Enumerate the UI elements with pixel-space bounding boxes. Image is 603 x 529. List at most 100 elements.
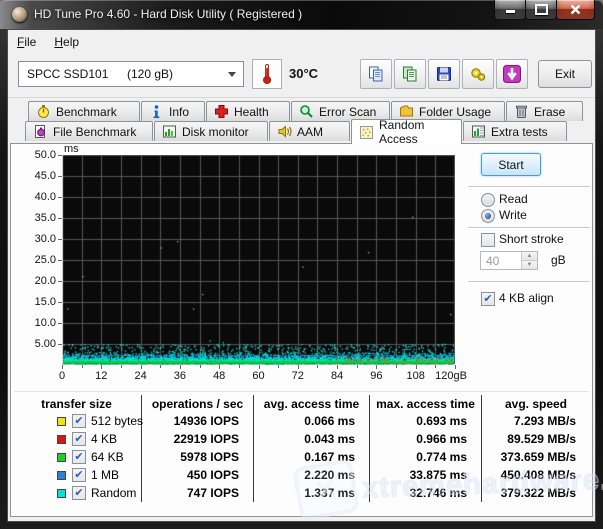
exit-label: Exit (555, 67, 575, 81)
drive-name: SPCC SSD101 (27, 67, 108, 81)
erase-icon (514, 104, 529, 119)
y-tick (58, 260, 62, 261)
max-access-cell: 0.774 ms (370, 448, 482, 466)
x-tick-label: 120gB (429, 370, 473, 382)
tab-label: Health (234, 105, 269, 119)
tab-disk-monitor[interactable]: Disk monitor (154, 121, 268, 141)
align-label: 4 KB align (499, 291, 554, 305)
max-access-cell: 33.875 ms (370, 466, 482, 484)
y-tick (58, 218, 62, 219)
save-icon (435, 65, 453, 83)
transfer-size-cell: 1 MB (12, 466, 142, 484)
y-tick (58, 302, 62, 303)
read-radio[interactable] (481, 193, 495, 207)
tab-label: Random Access (379, 118, 461, 146)
x-tick-label: 24 (119, 370, 163, 382)
tab-random-access[interactable]: Random Access (351, 119, 462, 144)
tab-file-benchmark[interactable]: File Benchmark (25, 121, 153, 141)
column-header: max. access time (370, 395, 482, 412)
y-tick (58, 281, 62, 282)
y-tick-label: 25.0 (22, 254, 56, 266)
x-tick (317, 365, 318, 368)
series-checkbox[interactable] (72, 414, 86, 428)
max-access-cell: 32.746 ms (370, 484, 482, 502)
series-label: 64 KB (91, 450, 124, 464)
table-row-512-bytes: 512 bytes14936 IOPS0.066 ms0.693 ms7.293… (12, 412, 590, 430)
spinner-arrows[interactable]: ▲▼ (521, 252, 537, 269)
series-checkbox[interactable] (72, 468, 86, 482)
copy-button[interactable] (360, 59, 392, 89)
spin-up-icon[interactable]: ▲ (522, 252, 537, 260)
capacity-spinner[interactable]: 40 ▲▼ (480, 251, 538, 270)
tab-aam[interactable]: AAM (269, 121, 350, 141)
avg-speed-cell: 7.293 MB/s (482, 412, 590, 430)
copy-icon (367, 65, 385, 83)
maximize-icon (535, 4, 548, 15)
x-tick (416, 365, 417, 369)
x-tick-label: 84 (315, 370, 359, 382)
tab-info[interactable]: Info (141, 101, 205, 121)
series-checkbox[interactable] (72, 486, 86, 500)
tab-health[interactable]: Health (206, 101, 290, 121)
app-window: HD Tune Pro 4.60 - Hard Disk Utility ( R… (0, 0, 603, 529)
exit-button[interactable]: Exit (538, 60, 592, 88)
options-button[interactable] (462, 59, 494, 89)
tab-erase[interactable]: Erase (506, 101, 583, 121)
transfer-size-cell: Random (12, 484, 142, 502)
read-label: Read (499, 192, 528, 206)
y-tick-label: 35.0 (22, 212, 56, 224)
copy-image-button[interactable] (394, 59, 426, 89)
drive-select[interactable]: SPCC SSD101 (120 gB) (18, 61, 244, 87)
y-tick-label: 45.0 (22, 170, 56, 182)
minimize-button[interactable] (494, 0, 526, 20)
stopwatch-icon (36, 104, 51, 119)
x-tick (219, 365, 220, 369)
x-tick (376, 365, 377, 369)
write-radio[interactable] (481, 209, 495, 223)
write-label: Write (499, 208, 527, 222)
series-checkbox[interactable] (72, 432, 86, 446)
max-access-cell: 0.693 ms (370, 412, 482, 430)
x-tick (62, 365, 63, 369)
avg-access-cell: 0.066 ms (254, 412, 370, 430)
close-button[interactable] (556, 0, 595, 20)
max-access-cell: 0.966 ms (370, 430, 482, 448)
tab-extra-tests[interactable]: Extra tests (463, 121, 567, 141)
x-tick-label: 12 (79, 370, 123, 382)
capacity-unit-label: gB (551, 253, 566, 267)
menu-file[interactable]: File (8, 32, 45, 52)
separator (468, 227, 590, 229)
temperature-button[interactable] (252, 59, 282, 89)
tab-benchmark[interactable]: Benchmark (28, 101, 140, 121)
close-icon (570, 4, 581, 15)
series-checkbox[interactable] (72, 450, 86, 464)
iops-cell: 5978 IOPS (142, 448, 254, 466)
x-tick (357, 365, 358, 368)
spin-down-icon[interactable]: ▼ (522, 260, 537, 269)
avg-access-cell: 1.337 ms (254, 484, 370, 502)
align-checkbox[interactable] (481, 292, 495, 306)
y-axis-unit-label: ms (64, 143, 79, 155)
tab-error-scan[interactable]: Error Scan (291, 101, 390, 121)
download-button[interactable] (496, 59, 528, 89)
start-button[interactable]: Start (481, 153, 541, 176)
x-tick (180, 365, 181, 369)
tab-label: Extra tests (491, 125, 548, 139)
short-stroke-checkbox[interactable] (481, 233, 495, 247)
maximize-button[interactable] (525, 0, 557, 20)
column-header: operations / sec (142, 395, 254, 412)
save-button[interactable] (428, 59, 460, 89)
column-header: avg. speed (482, 395, 590, 412)
menu-help[interactable]: Help (45, 32, 88, 52)
title-bar: HD Tune Pro 4.60 - Hard Disk Utility ( R… (0, 0, 603, 29)
tab-label: Erase (534, 105, 565, 119)
y-tick-label: 20.0 (22, 275, 56, 287)
temperature-value: 30°C (289, 66, 318, 81)
x-tick (239, 365, 240, 368)
x-tick-label: 48 (197, 370, 241, 382)
x-tick (278, 365, 279, 368)
x-tick (160, 365, 161, 368)
aam-icon (277, 124, 292, 139)
series-label: 4 KB (91, 432, 117, 446)
y-tick-label: 10.0 (22, 317, 56, 329)
